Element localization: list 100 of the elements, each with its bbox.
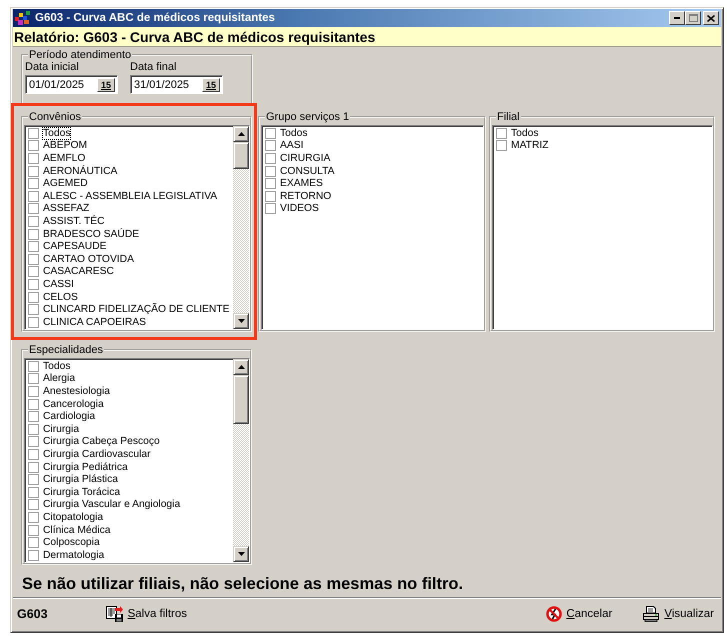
scrollbar-thumb[interactable]	[233, 142, 249, 169]
checkbox[interactable]	[28, 241, 39, 252]
checkbox[interactable]	[28, 474, 39, 486]
list-item[interactable]: Cirurgia Plástica	[43, 474, 118, 486]
scroll-down-button[interactable]	[233, 313, 249, 329]
list-item[interactable]: Cirurgia Pediátrica	[43, 462, 128, 473]
checkbox[interactable]	[265, 128, 276, 139]
list-item[interactable]: Cirurgia Torácica	[43, 486, 120, 498]
list-item[interactable]: VIDEOS	[280, 203, 319, 214]
list-item[interactable]: CASSI	[43, 278, 74, 290]
list-item[interactable]: ALESC - ASSEMBLEIA LEGISLATIVA	[43, 190, 218, 202]
checkbox[interactable]	[265, 140, 276, 152]
checkbox[interactable]	[28, 448, 39, 460]
list-item[interactable]: Cirurgia Vascular e Angiologia	[43, 499, 180, 510]
scroll-down-button[interactable]	[233, 546, 249, 562]
maximize-button[interactable]	[685, 11, 701, 25]
checkbox[interactable]	[28, 316, 39, 328]
checkbox[interactable]	[28, 436, 39, 448]
list-item[interactable]: CONSULTA	[280, 166, 335, 177]
cancel-button[interactable]: Cancelar	[545, 604, 614, 624]
list-item[interactable]: Cardiologia	[43, 411, 96, 422]
checkbox[interactable]	[28, 537, 39, 548]
checkbox[interactable]	[28, 216, 39, 227]
checkbox[interactable]	[28, 386, 39, 397]
checkbox[interactable]	[28, 292, 39, 303]
scroll-up-button[interactable]	[233, 359, 249, 375]
checkbox[interactable]	[28, 424, 39, 435]
checkbox[interactable]	[496, 128, 507, 139]
list-item[interactable]: Cancerologia	[43, 398, 104, 410]
list-item[interactable]: AASI	[280, 140, 304, 152]
list-item[interactable]: CELOS	[43, 292, 78, 303]
checkbox[interactable]	[28, 524, 39, 536]
checkbox[interactable]	[28, 166, 39, 177]
list-item[interactable]: Clínica Médica	[43, 524, 111, 536]
checkbox[interactable]	[28, 512, 39, 523]
calendar-button[interactable]: 15	[97, 78, 115, 92]
checkbox[interactable]	[28, 411, 39, 422]
calendar-button[interactable]: 15	[202, 78, 220, 92]
checkbox[interactable]	[28, 254, 39, 265]
list-item[interactable]: CIRURGIA	[280, 152, 330, 164]
list-item[interactable]: Cirurgia Cabeça Pescoço	[43, 436, 160, 448]
list-item[interactable]: CAPESAUDE	[43, 241, 107, 252]
date-field[interactable]: 31/01/2025 15	[130, 75, 223, 94]
scroll-up-button[interactable]	[233, 126, 249, 142]
checkbox[interactable]	[28, 398, 39, 410]
checkbox[interactable]	[28, 228, 39, 240]
list-item[interactable]: ABEPOM	[43, 140, 88, 152]
list-item[interactable]: ASSEFAZ	[43, 203, 90, 214]
list-item[interactable]: Colposcopia	[43, 537, 100, 548]
scrollbar-thumb[interactable]	[233, 375, 249, 424]
checkbox[interactable]	[265, 166, 276, 177]
checkbox[interactable]	[28, 462, 39, 473]
list-item[interactable]: Dermatologia	[43, 550, 104, 561]
checkbox[interactable]	[28, 373, 39, 384]
list-item[interactable]: ASSIST. TÉC	[43, 216, 105, 227]
preview-button[interactable]: Visualizar	[641, 604, 715, 624]
list-item[interactable]: CLINCARD FIDELIZAÇÃO DE CLIENTE	[43, 304, 230, 316]
checkbox[interactable]	[265, 203, 276, 214]
list-item[interactable]: CLINICA CAPOEIRAS	[43, 316, 146, 328]
checkbox[interactable]	[28, 499, 39, 510]
checkbox[interactable]	[28, 550, 39, 561]
checkbox[interactable]	[28, 190, 39, 202]
date-field[interactable]: 01/01/2025 15	[25, 75, 118, 94]
list-item[interactable]: CARTAO OTOVIDA	[43, 254, 134, 265]
list-item[interactable]: Todos	[43, 360, 70, 372]
list-item[interactable]: AGEMED	[43, 178, 88, 190]
list-item[interactable]: RETORNO	[280, 190, 332, 202]
checkbox[interactable]	[28, 128, 39, 139]
list-item[interactable]: BRADESCO SAÚDE	[43, 228, 140, 240]
checkbox[interactable]	[265, 178, 276, 190]
checkbox[interactable]	[28, 178, 39, 190]
list-item[interactable]: Citopatologia	[43, 512, 104, 523]
list-item[interactable]: Todos	[43, 128, 70, 139]
checkbox[interactable]	[28, 278, 39, 290]
save-filters-button[interactable]: Salva filtros	[104, 604, 188, 624]
checkbox[interactable]	[28, 266, 39, 278]
list-item[interactable]: AERONÁUTICA	[43, 166, 118, 177]
checkbox[interactable]	[28, 203, 39, 214]
list-item[interactable]: Todos	[511, 128, 538, 139]
list-item[interactable]: Todos	[280, 128, 308, 139]
checkbox[interactable]	[496, 140, 507, 152]
checkbox[interactable]	[28, 140, 39, 152]
list-item[interactable]: EXAMES	[280, 178, 323, 190]
list-item[interactable]: Cirurgia Cardiovascular	[43, 448, 151, 460]
checkbox[interactable]	[28, 304, 39, 316]
checkbox[interactable]	[265, 152, 276, 164]
checkbox[interactable]	[28, 360, 39, 372]
list-item[interactable]: AEMFLO	[43, 152, 86, 164]
list-item[interactable]: Anestesiologia	[43, 386, 110, 397]
list-item[interactable]: Alergia	[43, 373, 76, 384]
scrollbar[interactable]	[233, 126, 249, 329]
list-item[interactable]: MATRIZ	[511, 140, 549, 152]
checkbox[interactable]	[265, 190, 276, 202]
close-button[interactable]	[703, 11, 719, 25]
checkbox[interactable]	[28, 152, 39, 164]
list-item[interactable]: Cirurgia	[43, 424, 80, 435]
list-item[interactable]: CASACARESC	[43, 266, 114, 278]
scrollbar[interactable]	[233, 359, 249, 562]
checkbox[interactable]	[28, 486, 39, 498]
minimize-button[interactable]	[669, 11, 685, 25]
